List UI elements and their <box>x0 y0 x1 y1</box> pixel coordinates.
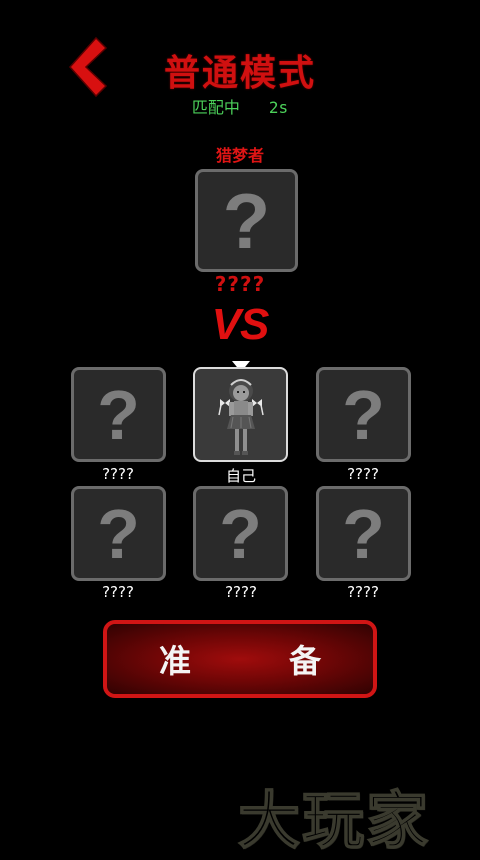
player-name-1: ???? <box>102 465 134 483</box>
player-name-4: ???? <box>102 583 134 601</box>
matching-timer: 2s <box>268 98 289 117</box>
unknown-question-icon: ? <box>97 494 140 573</box>
hunter-name: ???? <box>214 272 266 296</box>
player-name-5: ???? <box>225 583 257 601</box>
player-slot-3: ? <box>316 367 411 462</box>
matching-status: 匹配中 2s <box>0 94 480 118</box>
ready-button-label-right: 备 <box>288 642 321 680</box>
vs-label: VS <box>211 300 270 349</box>
mode-title: 普通模式 <box>163 53 316 94</box>
player-slot-1: ? <box>71 367 166 462</box>
player-name-3: ???? <box>347 465 379 483</box>
player-slot-4: ? <box>71 486 166 581</box>
unknown-question-icon: ? <box>219 494 262 573</box>
unknown-question-icon: ? <box>342 375 385 454</box>
matching-status-text: 匹配中 <box>191 98 240 117</box>
player-slot-5: ? <box>193 486 288 581</box>
ready-button-label-left: 准 <box>159 642 192 680</box>
ready-button[interactable]: 准 备 <box>103 620 377 698</box>
unknown-question-icon: ? <box>97 375 140 454</box>
watermark-logo: 大玩家 <box>237 783 431 858</box>
player-name-6: ???? <box>347 583 379 601</box>
unknown-question-icon: ? <box>342 494 385 573</box>
self-character-avatar <box>217 378 264 455</box>
player-name-self: 自己 <box>225 467 256 485</box>
player-slot-6: ? <box>316 486 411 581</box>
hunter-avatar-slot: ? <box>195 169 298 272</box>
hunter-role-label: 猎梦者 <box>215 146 264 165</box>
player-slot-self <box>193 367 288 462</box>
unknown-question-icon: ? <box>222 176 271 265</box>
